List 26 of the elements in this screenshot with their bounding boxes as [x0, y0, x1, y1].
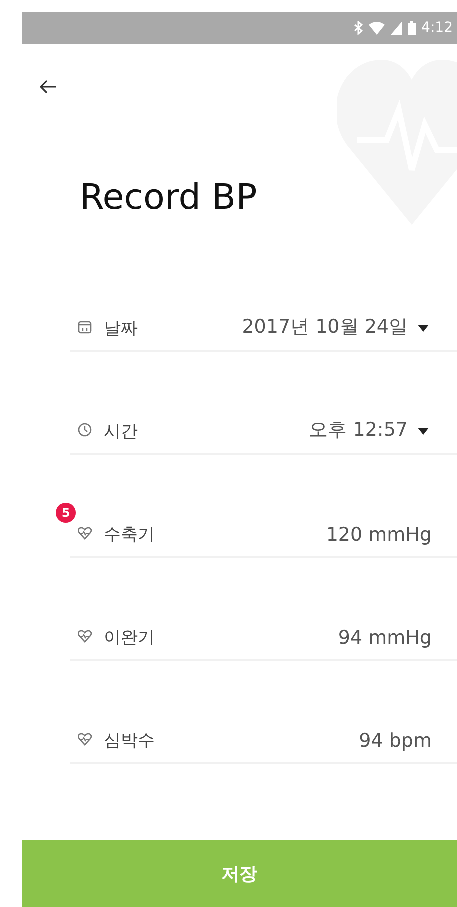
field-label: 날짜: [104, 318, 138, 340]
save-button[interactable]: 저장: [22, 840, 457, 907]
field-value: 2017년 10월 24일: [242, 315, 408, 340]
field-label: 수축기: [104, 524, 155, 546]
wifi-icon: [368, 22, 385, 34]
back-arrow-icon: [40, 80, 56, 94]
status-time: 4:12: [422, 20, 453, 36]
signal-icon: [390, 22, 402, 34]
field-value: 120 mmHg: [326, 524, 432, 546]
heart-pulse-icon: [78, 527, 92, 540]
caret-down-icon: [418, 325, 429, 332]
calendar-icon: [78, 320, 92, 334]
heart-pulse-icon: [78, 630, 92, 643]
battery-icon: [408, 21, 416, 35]
bluetooth-icon: [354, 21, 363, 35]
field-label: 심박수: [104, 730, 155, 752]
field-value: 오후 12:57: [309, 418, 408, 443]
page-title: Record BP: [80, 178, 258, 218]
heart-pulse-icon: [78, 733, 92, 746]
field-label: 이완기: [104, 627, 155, 649]
field-value: 94 bpm: [359, 730, 432, 752]
step-badge: 5: [56, 503, 76, 523]
field-label: 시간: [104, 421, 138, 443]
field-value: 94 mmHg: [338, 627, 432, 649]
clock-icon: [78, 423, 92, 437]
caret-down-icon: [418, 428, 429, 435]
